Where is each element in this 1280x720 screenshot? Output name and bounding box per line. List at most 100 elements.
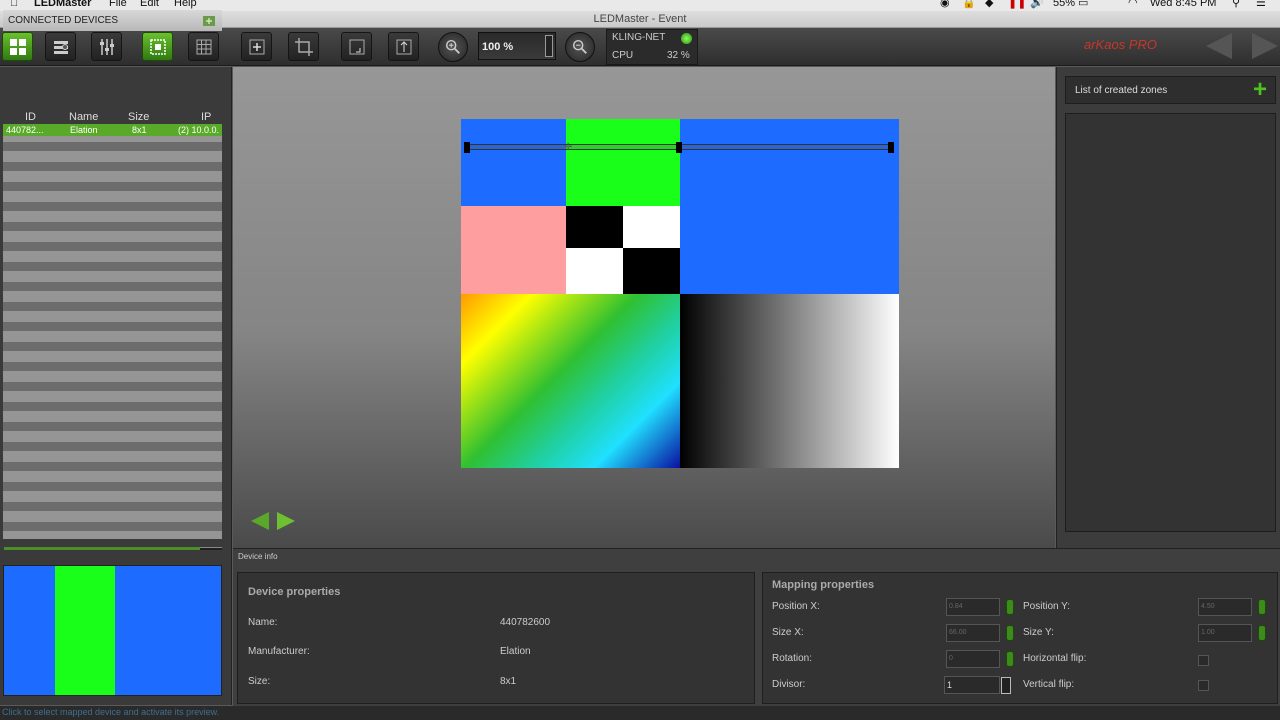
crop-button[interactable]: [288, 32, 319, 61]
menu-help[interactable]: Help: [174, 0, 197, 9]
record-icon[interactable]: ◉: [940, 0, 950, 9]
previous-arrow-icon[interactable]: [1206, 33, 1232, 59]
zoom-level-field[interactable]: 100 %: [478, 32, 556, 60]
rotation-stepper[interactable]: [1006, 651, 1014, 667]
column-name[interactable]: Name: [69, 111, 98, 123]
device-info-tab[interactable]: Device info: [238, 552, 278, 561]
vertical-flip-label: Vertical flip:: [1023, 679, 1075, 690]
wifi-icon[interactable]: ◠: [1128, 0, 1138, 9]
canvas-cell-gray-gradient: [680, 294, 899, 468]
move-cursor-icon: ✛: [564, 142, 573, 153]
divisor-stepper[interactable]: [1001, 677, 1011, 694]
status-text: Click to select mapped device and activa…: [2, 707, 220, 717]
mixer-button[interactable]: [91, 32, 122, 61]
zoom-scroll-handle[interactable]: [545, 35, 553, 57]
divisor-input[interactable]: 1: [944, 676, 1000, 694]
size-y-input[interactable]: 1.00: [1198, 624, 1252, 642]
rotation-input[interactable]: 0: [946, 650, 1000, 668]
zoom-level-value: 100 %: [482, 41, 514, 53]
app-menu[interactable]: LEDMaster: [34, 0, 91, 9]
apple-icon[interactable]: : [10, 0, 18, 9]
zones-list[interactable]: [1065, 113, 1276, 532]
vertical-flip-checkbox[interactable]: [1198, 680, 1209, 691]
devices-button[interactable]: [45, 32, 76, 61]
volume-icon[interactable]: 🔊: [1030, 0, 1044, 9]
add-zone-button[interactable]: [241, 32, 272, 61]
dropbox-icon[interactable]: ◆: [985, 0, 993, 9]
table-row[interactable]: 440782... Elation 8x1 (2) 10.0.0.: [3, 124, 222, 136]
brand-text: arKaos PRO: [1084, 37, 1157, 52]
size-x-input[interactable]: 66.00: [946, 624, 1000, 642]
size-label: Size:: [248, 676, 271, 687]
position-y-stepper[interactable]: [1258, 599, 1266, 615]
zone-select-icon: [149, 38, 166, 55]
spotlight-icon[interactable]: ⚲: [1232, 0, 1240, 9]
size-x-stepper[interactable]: [1006, 625, 1014, 641]
cpu-value: 32 %: [667, 50, 690, 61]
canvas-next-arrow-icon[interactable]: [277, 512, 295, 530]
canvas-check-4: [623, 248, 680, 294]
pause-icon[interactable]: ❚❚: [1008, 0, 1026, 9]
clock[interactable]: Wed 8:45 PM: [1150, 0, 1216, 9]
align-button[interactable]: [388, 32, 419, 61]
refresh-devices-icon[interactable]: [202, 13, 218, 28]
pixel-grid-button[interactable]: [188, 32, 219, 61]
device-name: Elation: [70, 125, 98, 135]
zones-title: List of created zones: [1075, 85, 1168, 96]
battery-icon[interactable]: ▭: [1078, 0, 1088, 9]
network-status: KLING-NET CPU 32 %: [606, 29, 698, 65]
manufacturer-label: Manufacturer:: [248, 646, 310, 657]
size-x-label: Size X:: [772, 627, 804, 638]
menu-edit[interactable]: Edit: [140, 0, 159, 9]
mapping-canvas[interactable]: ✛: [461, 119, 899, 468]
add-zone-plus-icon[interactable]: +: [1253, 78, 1267, 102]
zoom-in-button[interactable]: [438, 32, 468, 62]
fit-icon: [349, 39, 364, 54]
mapping-view-button[interactable]: [2, 32, 33, 61]
canvas-cell-green: [566, 119, 680, 206]
connected-devices-title: CONNECTED DEVICES: [8, 15, 119, 26]
position-y-label: Position Y:: [1023, 601, 1071, 612]
canvas-cell-color-gradient: [461, 294, 680, 468]
zoom-out-button[interactable]: [565, 32, 595, 62]
zoom-out-icon: [572, 39, 587, 54]
preview-slider-fill: [4, 547, 200, 550]
position-x-stepper[interactable]: [1006, 599, 1014, 615]
lock-icon[interactable]: 🔒: [962, 0, 976, 9]
size-y-label: Size Y:: [1023, 627, 1054, 638]
device-id: 440782...: [6, 125, 44, 135]
rotation-label: Rotation:: [772, 653, 813, 664]
column-ip[interactable]: IP: [201, 111, 211, 123]
column-id[interactable]: ID: [25, 111, 36, 123]
canvas-nav-arrows: [251, 512, 295, 530]
next-arrow-icon[interactable]: [1252, 33, 1278, 59]
device-handle-right[interactable]: [888, 142, 894, 153]
horizontal-flip-checkbox[interactable]: [1198, 655, 1209, 666]
device-list-icon: [53, 40, 68, 54]
size-value: 8x1: [500, 676, 517, 687]
manufacturer-value: Elation: [500, 646, 531, 657]
canvas-check-2: [623, 206, 680, 248]
column-size[interactable]: Size: [128, 111, 149, 123]
zoom-in-icon: [445, 39, 460, 54]
menu-file[interactable]: File: [109, 0, 127, 9]
fit-button[interactable]: [341, 32, 372, 61]
size-y-stepper[interactable]: [1258, 625, 1266, 641]
device-ip: (2) 10.0.0.: [178, 125, 220, 135]
crop-icon: [294, 37, 313, 56]
position-x-input[interactable]: 0.84: [946, 598, 1000, 616]
position-y-input[interactable]: 4.50: [1198, 598, 1252, 616]
preview-segment-blue-right: [115, 566, 221, 695]
brand-logo: arKaos PRO: [1084, 37, 1157, 52]
canvas-check-1: [566, 206, 623, 248]
device-handle-middle[interactable]: [676, 142, 682, 153]
device-table[interactable]: [3, 111, 222, 539]
network-status-led: [681, 33, 692, 44]
device-preview: [3, 565, 222, 696]
canvas-prev-arrow-icon[interactable]: [251, 512, 269, 530]
select-zone-button[interactable]: [142, 32, 173, 61]
notification-center-icon[interactable]: ☰: [1256, 0, 1266, 9]
device-handle-left[interactable]: [464, 142, 470, 153]
pixel-grid-icon: [196, 39, 211, 54]
grid-icon: [9, 38, 26, 55]
